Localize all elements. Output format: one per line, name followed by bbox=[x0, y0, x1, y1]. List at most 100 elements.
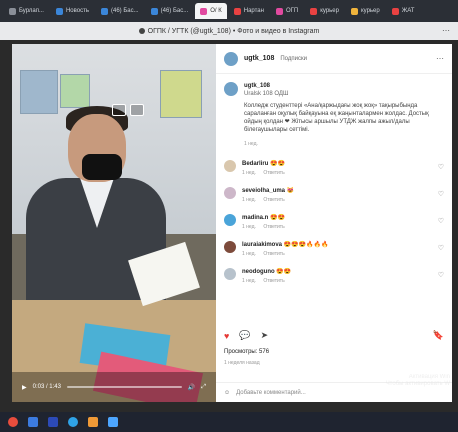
reply-button[interactable]: Ответить bbox=[263, 278, 284, 284]
tab-favicon-icon bbox=[275, 7, 283, 15]
avatar[interactable] bbox=[224, 268, 236, 281]
tab-2[interactable]: (46) Бас... bbox=[96, 3, 144, 19]
reply-button[interactable]: Ответить bbox=[263, 251, 284, 257]
window-title-bar: ОГПК / УГТК (@ugtk_108) • Фото и видео в… bbox=[0, 22, 458, 40]
comment-body: neodoguno 😍😍 1 нед. Ответить bbox=[242, 268, 432, 284]
views-time: 1 неделя назад bbox=[224, 360, 260, 366]
avatar[interactable] bbox=[224, 160, 236, 173]
tab-favicon-icon bbox=[100, 7, 108, 15]
instagram-icon bbox=[138, 28, 145, 34]
avatar[interactable] bbox=[224, 51, 238, 66]
reply-button[interactable]: Ответить bbox=[263, 224, 284, 230]
chrome-icon[interactable] bbox=[8, 417, 18, 427]
seek-bar[interactable] bbox=[66, 386, 182, 388]
bookmark-icon[interactable] bbox=[130, 104, 144, 116]
comment-line: neodoguno 😍😍 bbox=[242, 268, 432, 275]
comment-body: seveiolha_uma 😻 1 нед. Ответить bbox=[242, 187, 432, 203]
views-count: Просмотры: 576 bbox=[224, 349, 270, 355]
fullscreen-icon[interactable]: ⤢ bbox=[201, 384, 206, 391]
save-icon[interactable]: 🔖 bbox=[433, 330, 444, 341]
tab-label: О/ К bbox=[210, 8, 222, 14]
comment: lauraiakimova 😍😍😍🔥🔥🔥 1 нед. Ответить ♡ bbox=[224, 236, 444, 263]
add-comment-input[interactable]: Добавьте комментарий... bbox=[236, 390, 306, 396]
activation-line-1: Активация Win bbox=[408, 374, 450, 380]
like-icon[interactable]: ♡ bbox=[438, 271, 444, 279]
more-options-icon[interactable]: ⋯ bbox=[436, 54, 444, 63]
files-icon[interactable] bbox=[108, 417, 118, 427]
face-mask bbox=[82, 154, 122, 180]
tab-7[interactable]: курьер bbox=[305, 3, 344, 19]
tab-favicon-icon bbox=[233, 7, 241, 15]
share-icon[interactable]: ➤ bbox=[261, 330, 269, 341]
emoji-icon[interactable]: ☺ bbox=[224, 390, 230, 396]
comment-username[interactable]: lauraiakimova bbox=[242, 242, 282, 248]
caption-username[interactable]: ugtk_108 bbox=[244, 82, 444, 90]
comment-meta: 1 нед. Ответить bbox=[242, 278, 432, 284]
post-header: ugtk_108 Подписки ⋯ bbox=[216, 44, 452, 74]
tab-4-active[interactable]: О/ К bbox=[195, 3, 227, 19]
wall-poster bbox=[20, 70, 58, 114]
comment-body: lauraiakimova 😍😍😍🔥🔥🔥 1 нед. Ответить bbox=[242, 241, 432, 257]
heart-filled-icon[interactable]: ♥ bbox=[224, 331, 229, 341]
comment-text: 😍😍 bbox=[270, 215, 285, 222]
tab-0[interactable]: Бурлап... bbox=[4, 3, 49, 19]
browser-tab-strip: Бурлап... Новость (46) Бас... (46) Бас..… bbox=[0, 0, 458, 22]
tab-9[interactable]: ЖАТ bbox=[387, 3, 420, 19]
caption-row: ugtk_108 Uralsk 108 ОДШ Колледж студентт… bbox=[224, 82, 444, 147]
avatar[interactable] bbox=[224, 214, 236, 227]
tab-favicon-icon bbox=[150, 7, 158, 15]
caption-text-block: ugtk_108 Uralsk 108 ОДШ Колледж студентт… bbox=[244, 82, 444, 147]
play-icon[interactable]: ▶ bbox=[22, 384, 27, 391]
like-icon[interactable]: ♡ bbox=[438, 217, 444, 225]
tab-label: (46) Бас... bbox=[110, 8, 139, 14]
telegram-icon[interactable] bbox=[68, 417, 78, 427]
comment: seveiolha_uma 😻 1 нед. Ответить ♡ bbox=[224, 182, 444, 209]
taskbar-app-icon[interactable] bbox=[88, 417, 98, 427]
tab-label: ЖАТ bbox=[401, 8, 415, 14]
tab-5[interactable]: Нартан bbox=[229, 3, 269, 19]
tab-8[interactable]: курьер bbox=[346, 3, 385, 19]
reply-button[interactable]: Ответить bbox=[263, 197, 284, 203]
word-icon[interactable] bbox=[28, 417, 38, 427]
comment-text: 😻 bbox=[286, 188, 295, 195]
comment-username[interactable]: Bedarliru bbox=[242, 161, 268, 167]
comment-time: 1 нед. bbox=[242, 251, 256, 258]
like-icon[interactable]: ♡ bbox=[438, 190, 444, 198]
instagram-icon bbox=[200, 7, 208, 15]
taskbar-app-icon[interactable] bbox=[48, 417, 58, 427]
tab-6[interactable]: ОГП bbox=[271, 3, 303, 19]
reply-button[interactable]: Ответить bbox=[263, 170, 284, 176]
comment-line: lauraiakimova 😍😍😍🔥🔥🔥 bbox=[242, 241, 432, 248]
picture-in-picture-icon[interactable] bbox=[112, 104, 126, 116]
comment-text: 😍😍😍🔥🔥🔥 bbox=[283, 242, 329, 249]
tab-1[interactable]: Новость bbox=[51, 3, 94, 19]
avatar[interactable] bbox=[224, 241, 236, 254]
comment-time: 1 нед. bbox=[242, 197, 256, 204]
like-icon[interactable]: ♡ bbox=[438, 244, 444, 252]
comment-username[interactable]: neodoguno bbox=[242, 269, 275, 275]
comment: neodoguno 😍😍 1 нед. Ответить ♡ bbox=[224, 263, 444, 290]
avatar[interactable] bbox=[224, 82, 238, 96]
comment-meta: 1 нед. Ответить bbox=[242, 224, 432, 230]
caption-time: 1 нед. bbox=[244, 140, 258, 147]
follow-status[interactable]: Подписки bbox=[280, 56, 307, 62]
comment-username[interactable]: seveiolha_uma bbox=[242, 188, 285, 194]
post-caption: ugtk_108 Uralsk 108 ОДШ Колледж студентт… bbox=[216, 74, 452, 155]
comment-time: 1 нед. bbox=[242, 278, 256, 285]
comment-icon[interactable]: 💬 bbox=[239, 330, 250, 341]
volume-icon[interactable]: 🔊 bbox=[188, 384, 195, 391]
tab-label: Нартан bbox=[243, 8, 264, 14]
tab-label: Бурлап... bbox=[19, 8, 44, 14]
post-username[interactable]: ugtk_108 bbox=[244, 55, 274, 62]
comment-meta: 1 нед. Ответить bbox=[242, 197, 432, 203]
post-video[interactable] bbox=[12, 44, 216, 402]
avatar[interactable] bbox=[224, 187, 236, 200]
window-menu-icon[interactable]: ⋯ bbox=[442, 26, 450, 35]
video-controls: ▶ 0:03 / 1:43 🔊 ⤢ bbox=[12, 372, 216, 402]
tab-3[interactable]: (46) Бас... bbox=[146, 3, 194, 19]
comments-list: Bedarliru 😍😍 1 нед. Ответить ♡ seveiolha… bbox=[216, 155, 452, 290]
like-icon[interactable]: ♡ bbox=[438, 163, 444, 171]
comment-username[interactable]: madina.n bbox=[242, 215, 268, 221]
video-time: 0:03 / 1:43 bbox=[32, 384, 61, 390]
comment: Bedarliru 😍😍 1 нед. Ответить ♡ bbox=[224, 155, 444, 182]
